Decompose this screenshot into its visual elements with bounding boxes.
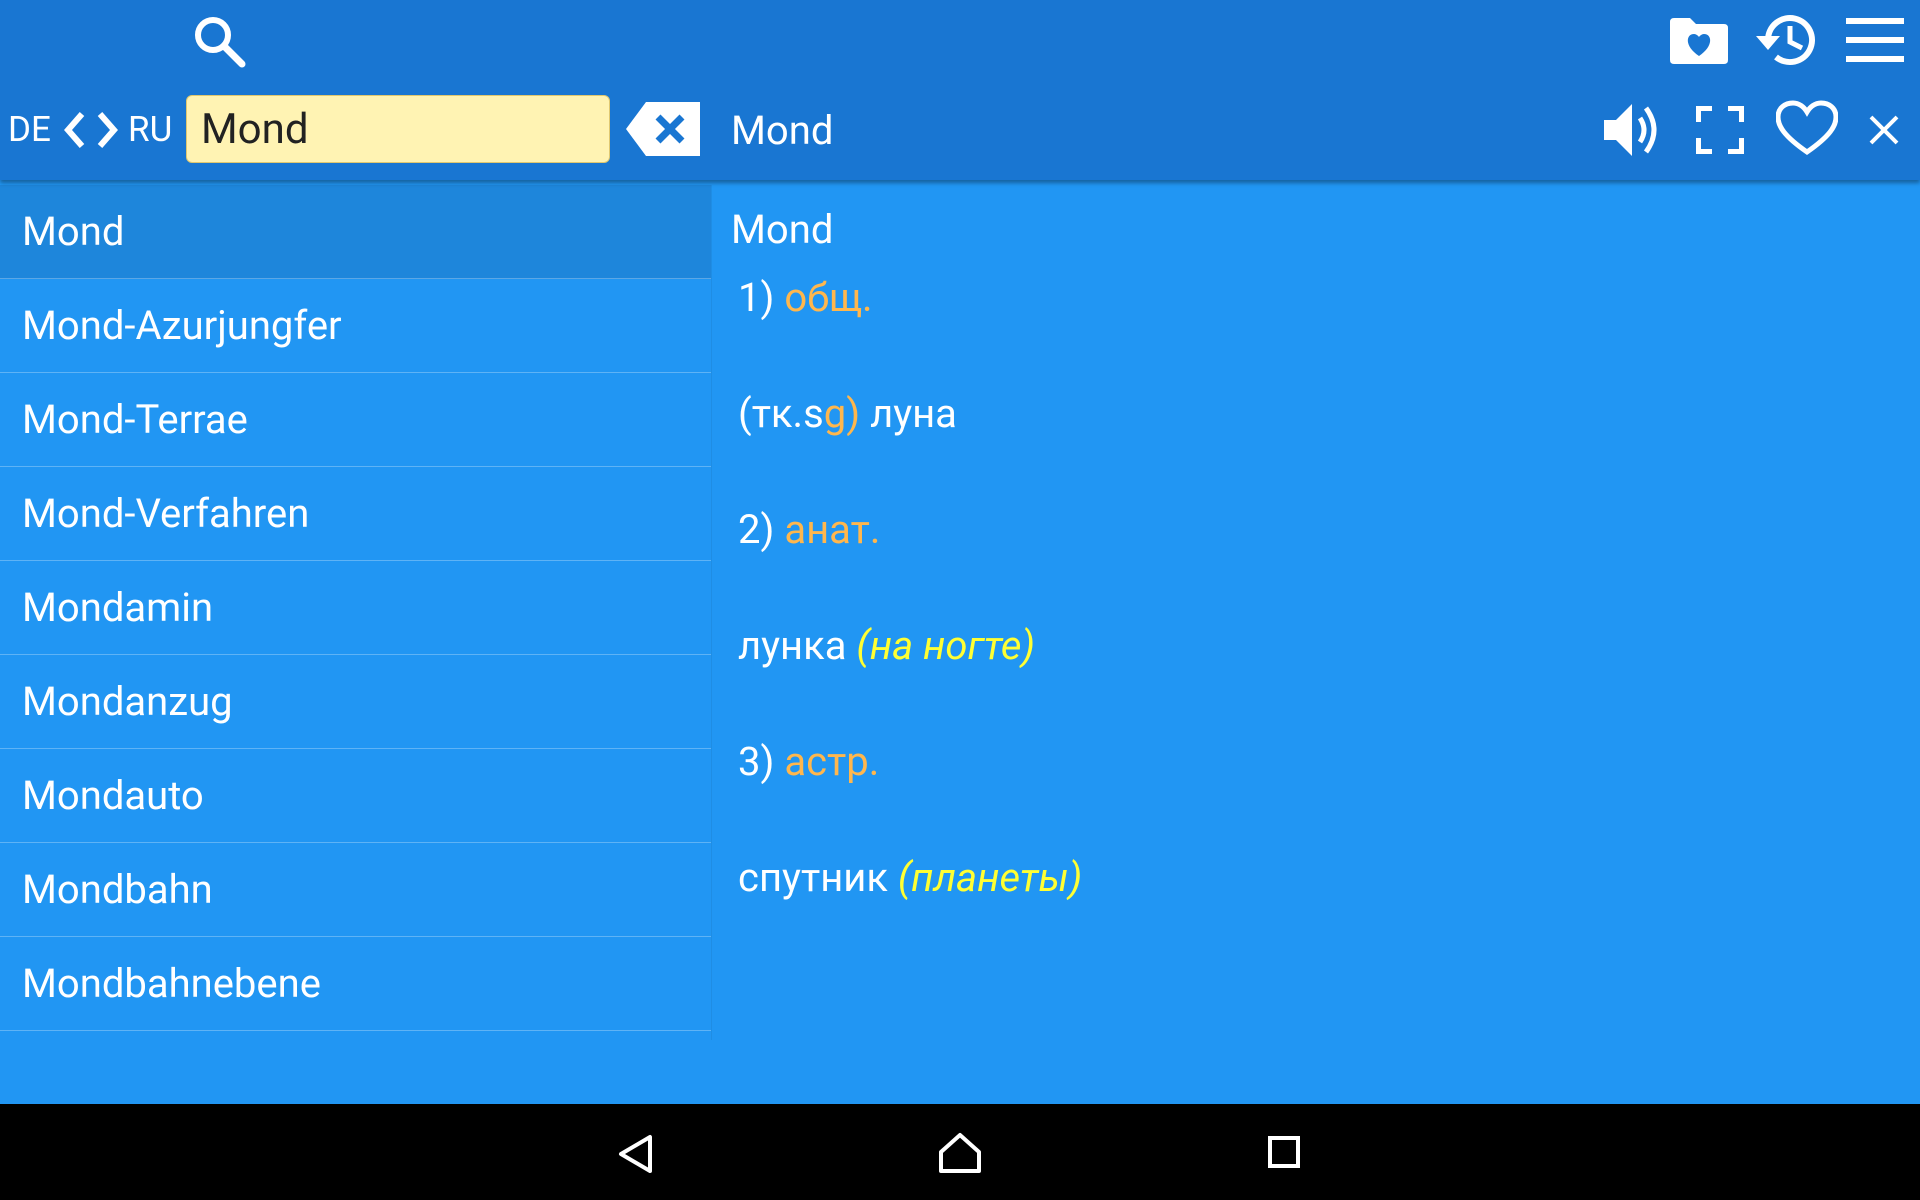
list-item-label: Mond-Azurjungfer: [22, 302, 342, 349]
list-item[interactable]: Mondanzug: [0, 655, 711, 749]
search-input[interactable]: [186, 95, 610, 163]
system-nav-bar: [0, 1104, 1920, 1200]
translation-note: (планеты): [897, 854, 1083, 901]
usage-label: общ.: [784, 274, 873, 321]
sense-number: 2): [738, 506, 775, 553]
menu-icon[interactable]: [1846, 18, 1904, 62]
close-icon[interactable]: [1868, 114, 1900, 146]
history-icon[interactable]: [1754, 10, 1818, 70]
heart-icon[interactable]: [1776, 100, 1838, 158]
sense-number-line: 1) общ.: [738, 270, 1881, 386]
home-icon[interactable]: [938, 1132, 982, 1174]
usage-label: астр.: [784, 738, 880, 785]
search-icon[interactable]: [188, 10, 248, 70]
list-item[interactable]: Mondamin: [0, 561, 711, 655]
target-language[interactable]: RU: [128, 110, 172, 150]
usage-label: анат.: [784, 506, 881, 553]
back-icon[interactable]: [618, 1134, 654, 1174]
recents-icon[interactable]: [1268, 1136, 1300, 1168]
source-language[interactable]: DE: [8, 110, 51, 150]
sense-number-line: 3) астр.: [738, 734, 1881, 850]
chevron-left-icon[interactable]: [60, 110, 88, 150]
list-item[interactable]: Mondbahnebene: [0, 937, 711, 1031]
list-item-label: Mondbahnebene: [22, 960, 321, 1007]
speaker-icon[interactable]: [1602, 100, 1662, 160]
word-list: Mond Mond-Azurjungfer Mond-Terrae Mond-V…: [0, 185, 711, 1031]
pane-divider: [711, 185, 712, 1040]
list-item-label: Mondauto: [22, 772, 204, 819]
entry-detail: Mond 1) общ. (тк.sg) луна 2) анат. лунка…: [731, 200, 1881, 966]
app-toolbar: DE RU Mond: [0, 0, 1920, 180]
entry-headword: Mond: [731, 206, 834, 253]
list-item-label: Mondbahn: [22, 866, 213, 913]
list-item[interactable]: Mond-Verfahren: [0, 467, 711, 561]
grammar-note: (тк.s: [738, 390, 824, 437]
translation-line: (тк.sg) луна: [738, 386, 1881, 502]
list-item-label: Mond-Verfahren: [22, 490, 310, 537]
sense-number: 3): [738, 738, 775, 785]
chevron-right-icon[interactable]: [94, 110, 122, 150]
list-item[interactable]: Mondbahn: [0, 843, 711, 937]
list-item[interactable]: Mond-Azurjungfer: [0, 279, 711, 373]
translation-text: спутник: [738, 854, 898, 901]
translation-text: лунка: [738, 622, 857, 669]
favorites-folder-icon[interactable]: [1668, 14, 1730, 66]
detail-title: Mond: [731, 107, 834, 154]
list-item-label: Mondanzug: [22, 678, 233, 725]
list-item-label: Mondamin: [22, 584, 214, 631]
grammar-note-mark: g): [823, 390, 861, 437]
translation-note: (на ногте): [856, 622, 1035, 669]
list-item-label: Mond-Terrae: [22, 396, 248, 443]
fullscreen-icon[interactable]: [1696, 106, 1744, 154]
list-item-label: Mond: [22, 208, 125, 255]
sense-number: 1): [738, 274, 775, 321]
translation-line: лунка (на ногте): [738, 618, 1881, 734]
list-item[interactable]: Mond-Terrae: [0, 373, 711, 467]
translation-text: луна: [860, 390, 957, 437]
sense-number-line: 2) анат.: [738, 502, 1881, 618]
translation-line: спутник (планеты): [738, 850, 1881, 966]
list-item[interactable]: Mondauto: [0, 749, 711, 843]
list-item[interactable]: Mond: [0, 185, 711, 279]
clear-input-icon[interactable]: [626, 102, 700, 156]
